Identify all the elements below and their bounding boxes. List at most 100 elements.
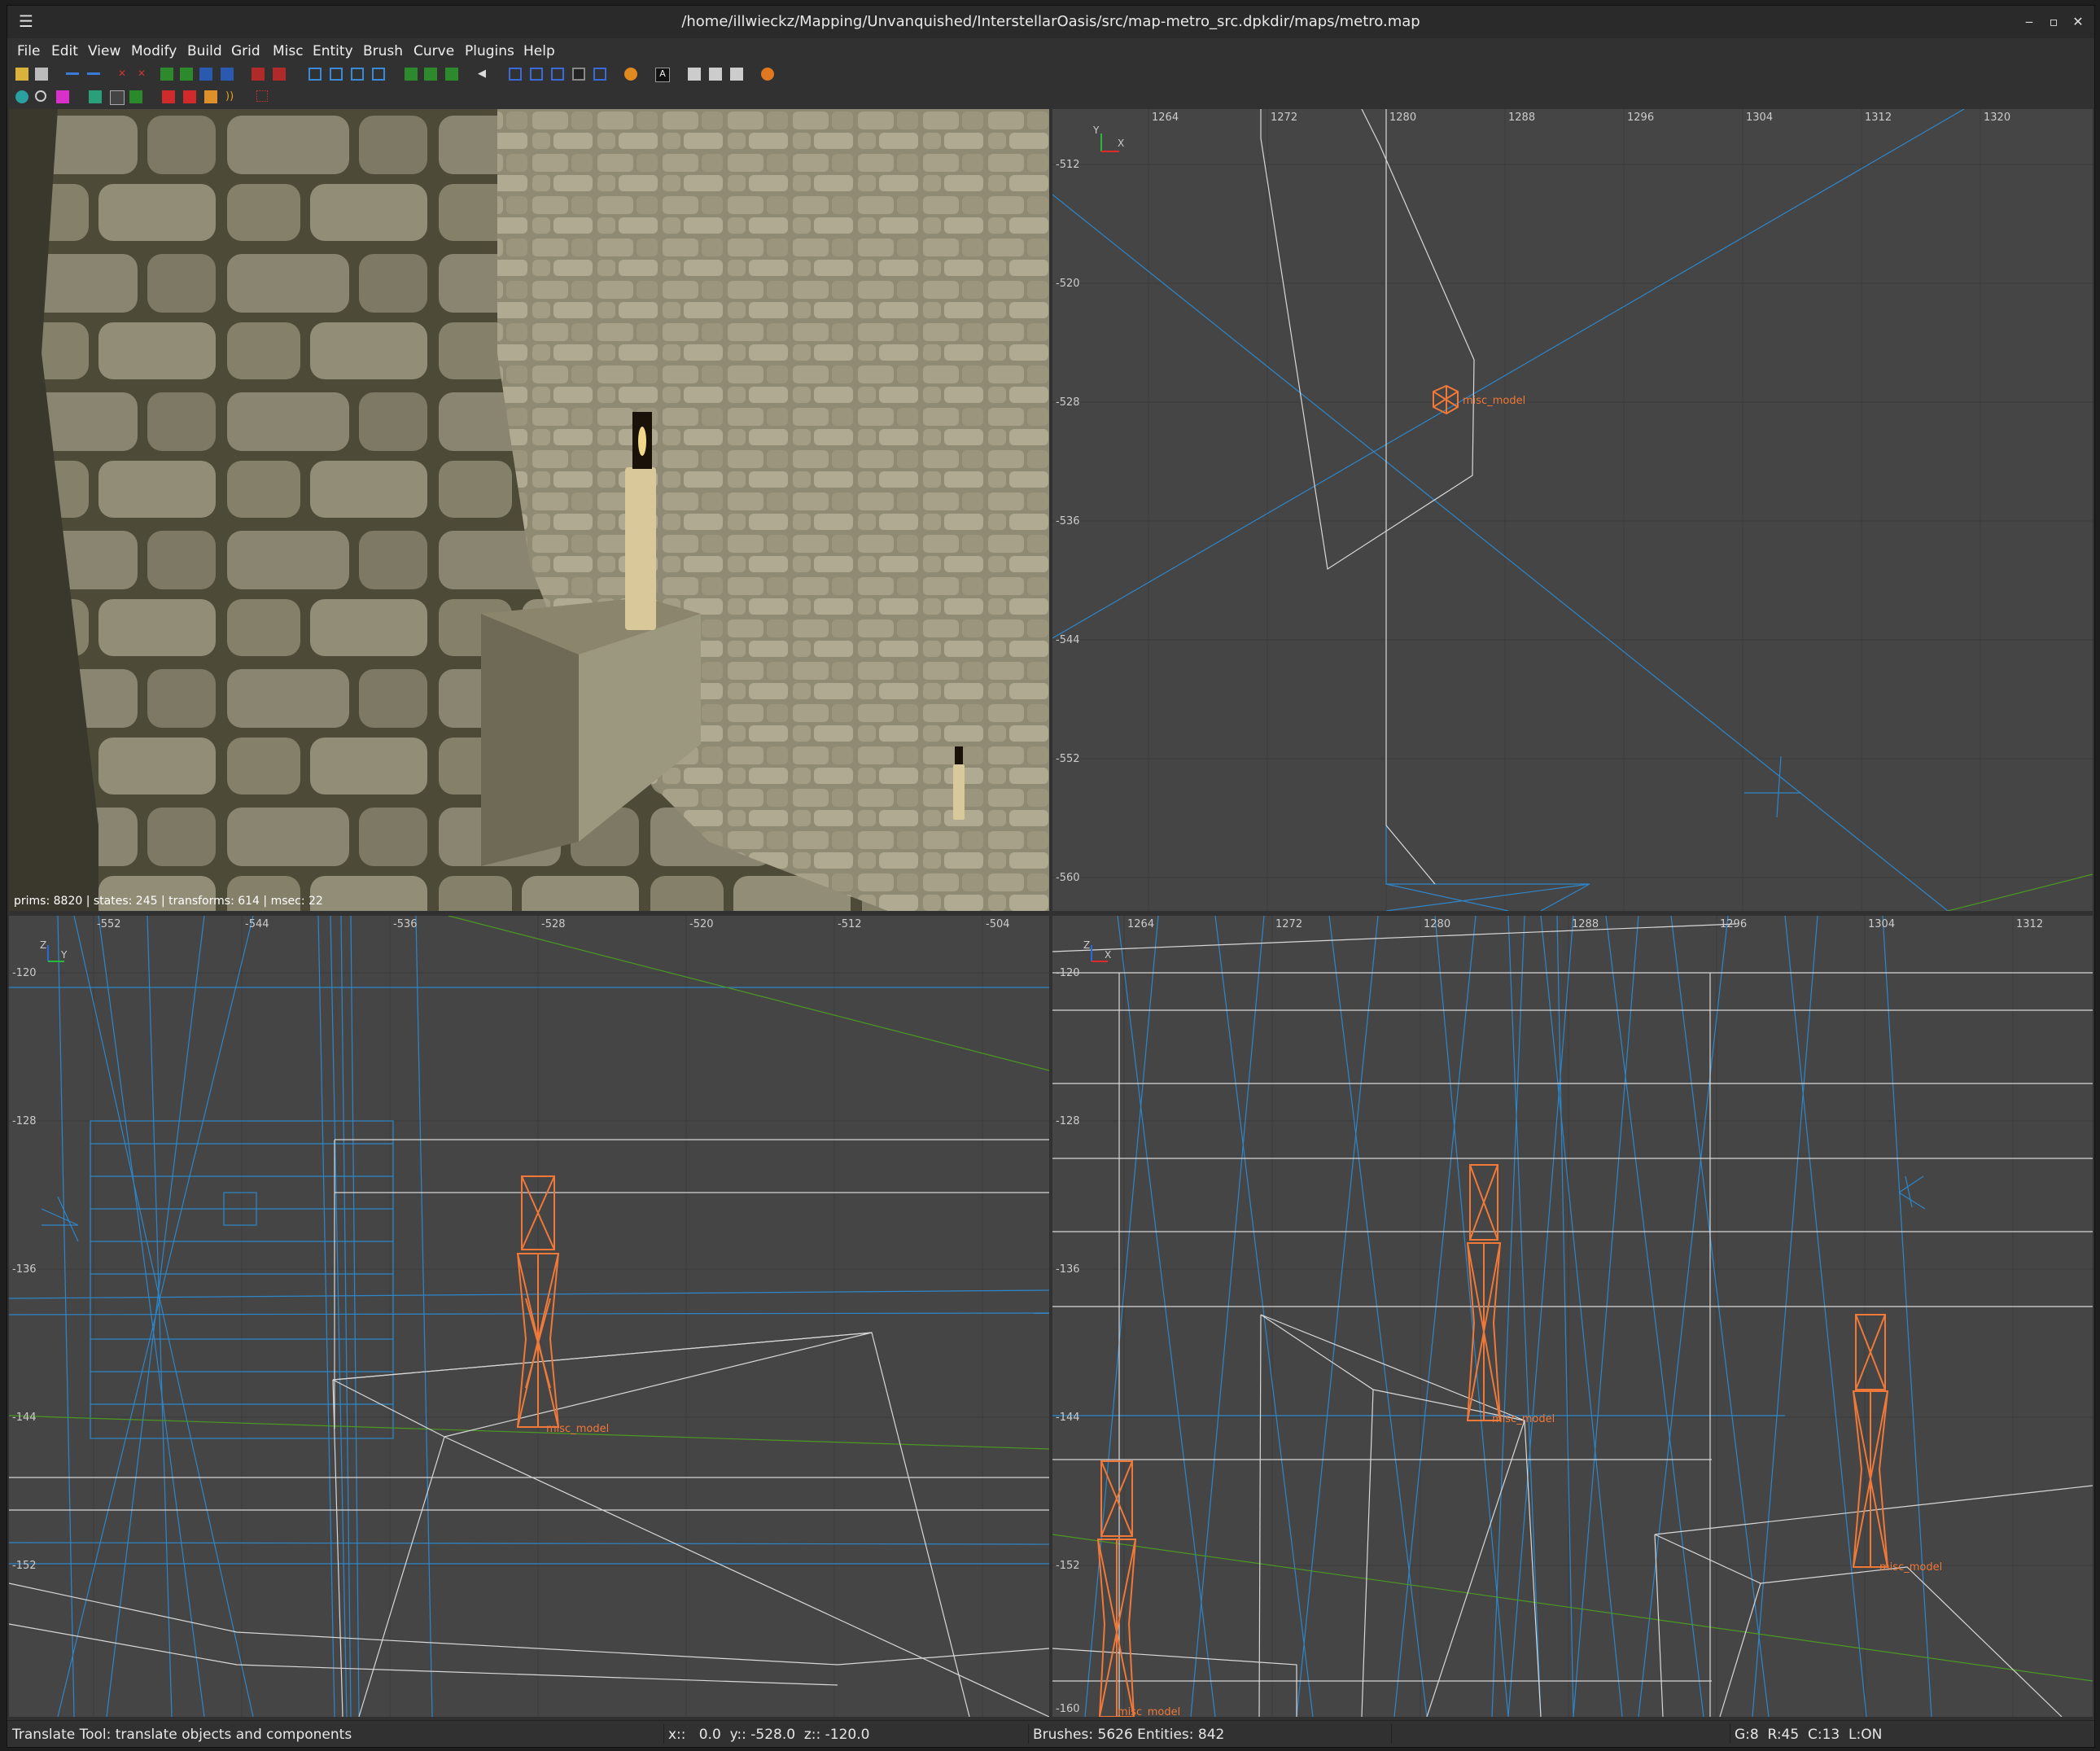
x-tick: 1312 — [1865, 112, 1892, 124]
scale-icon[interactable] — [551, 68, 564, 81]
menu-plugins[interactable]: Plugins — [465, 43, 514, 59]
menu-edit[interactable]: Edit — [51, 43, 78, 59]
menu-file[interactable]: File — [17, 43, 40, 59]
select-touching-icon[interactable] — [221, 68, 234, 81]
plugin-merge-icon[interactable] — [183, 90, 196, 103]
entity-label: misc_model — [1463, 395, 1525, 407]
rotate-x-icon[interactable] — [160, 68, 173, 81]
menu-entity[interactable]: Entity — [313, 43, 353, 59]
plugin-region-icon[interactable] — [256, 90, 268, 102]
patch-inspector-icon[interactable] — [688, 68, 701, 81]
close-icon[interactable]: ✕ — [2067, 12, 2089, 32]
csg-merge-icon[interactable] — [424, 68, 437, 81]
y-tick: -520 — [1056, 278, 1080, 290]
xy-grid-view: misc_model Y X 1264 1272 1280 1288 1296 … — [1052, 109, 2093, 911]
y-tick: -560 — [1056, 872, 1080, 884]
minimize-icon[interactable]: ‒ — [2018, 12, 2041, 32]
yz-grid-view: misc_model Z Y -552 -544 -536 -528 -520 … — [9, 916, 1049, 1717]
rotate-z-icon[interactable] — [199, 68, 212, 81]
refresh-models-icon[interactable] — [761, 68, 774, 81]
x-tick: 1296 — [1720, 918, 1747, 930]
menu-grid[interactable]: Grid — [231, 43, 260, 59]
x-tick: 1288 — [1508, 112, 1535, 124]
yz-ortho-viewport[interactable]: misc_model Z Y -552 -544 -536 -528 -520 … — [9, 916, 1049, 1717]
entity-label: misc_model — [1879, 1561, 1942, 1574]
xz-ortho-viewport[interactable]: misc_model misc_model misc_model Z X 126… — [1052, 916, 2093, 1717]
status-bar: Translate Tool: translate objects and co… — [7, 1720, 2094, 1747]
clipper-icon[interactable]: ◀ — [478, 68, 491, 81]
menu-brush[interactable]: Brush — [363, 43, 403, 59]
view-yz-icon[interactable] — [330, 68, 343, 81]
rotate-y-icon[interactable] — [180, 68, 193, 81]
plugin-prtview-icon[interactable] — [89, 90, 102, 103]
title-bar: ☰ /home/illwieckz/Mapping/Unvanquished/I… — [7, 6, 2094, 39]
menu-bar: File Edit View Modify Build Grid Misc En… — [7, 38, 2094, 63]
surface-inspector-icon[interactable] — [709, 68, 722, 81]
view-xy-icon[interactable] — [308, 68, 322, 81]
translate-icon[interactable] — [509, 68, 522, 81]
x-tick: 1304 — [1746, 112, 1773, 124]
y-tick: -512 — [1056, 159, 1080, 171]
x-tick: 1272 — [1275, 918, 1302, 930]
x-tick: 1296 — [1627, 112, 1654, 124]
plugin-polygon-icon[interactable] — [35, 90, 46, 102]
y-tick: -552 — [1056, 753, 1080, 765]
csg-hollow-icon[interactable] — [445, 68, 458, 81]
select-inside-icon[interactable] — [252, 68, 265, 81]
xy-ortho-viewport[interactable]: misc_model Y X 1264 1272 1280 1288 1296 … — [1052, 109, 2093, 911]
plugin-curve-icon[interactable]: )) — [225, 90, 238, 103]
y-tick: -544 — [1056, 634, 1080, 646]
y-tick: -152 — [1056, 1560, 1080, 1572]
maximize-icon[interactable]: ▫ — [2042, 12, 2065, 32]
radiant-window: ☰ /home/illwieckz/Mapping/Unvanquished/I… — [7, 5, 2095, 1748]
y-tick: -136 — [12, 1263, 37, 1276]
plugin-texture-icon[interactable] — [56, 90, 69, 103]
save-icon[interactable] — [35, 68, 48, 81]
y-tick: -128 — [12, 1115, 37, 1127]
select-complete-icon[interactable] — [273, 68, 286, 81]
y-tick: -128 — [1056, 1115, 1080, 1127]
camera-viewport[interactable]: prims: 8820 | states: 245 | transforms: … — [9, 109, 1049, 911]
x-tick: -536 — [393, 918, 418, 930]
plugin-split-icon[interactable] — [162, 90, 175, 103]
view-xz-icon[interactable] — [351, 68, 364, 81]
view-layout-icon[interactable] — [372, 68, 385, 81]
plugin-tree-icon[interactable] — [129, 90, 142, 103]
y-tick: -120 — [12, 967, 37, 979]
x-tick: 1288 — [1572, 918, 1599, 930]
redo-icon[interactable] — [87, 72, 100, 81]
plugin-camera-icon[interactable] — [110, 90, 125, 105]
menu-curve[interactable]: Curve — [413, 43, 454, 59]
flip-y-icon[interactable]: ✕ — [138, 68, 151, 81]
flip-x-icon[interactable]: ✕ — [118, 68, 131, 81]
menu-build[interactable]: Build — [187, 43, 222, 59]
resize-icon[interactable] — [572, 68, 585, 81]
entity-label: misc_model — [1492, 1413, 1555, 1425]
axis-label-horizontal: X — [1105, 949, 1111, 961]
render-stats: prims: 8820 | states: 245 | transforms: … — [14, 895, 323, 908]
entity-inspector-icon[interactable] — [730, 68, 743, 81]
x-tick: -520 — [689, 918, 714, 930]
menu-misc[interactable]: Misc — [273, 43, 304, 59]
axis-label-vertical: Z — [40, 939, 46, 951]
menu-help[interactable]: Help — [523, 43, 555, 59]
y-tick: -528 — [1056, 396, 1080, 409]
texture-lock-icon[interactable] — [624, 68, 637, 81]
csg-subtract-icon[interactable] — [405, 68, 418, 81]
select-drag-icon[interactable] — [593, 68, 606, 81]
menu-modify[interactable]: Modify — [131, 43, 177, 59]
entity-label: misc_model — [1118, 1706, 1180, 1717]
undo-icon[interactable] — [66, 72, 79, 81]
x-tick: -544 — [245, 918, 269, 930]
plugin-stairs-icon[interactable] — [204, 90, 217, 103]
x-tick: -552 — [97, 918, 121, 930]
plugin-bobtoolz-icon[interactable] — [15, 90, 28, 103]
axis-label-horizontal: Y — [60, 949, 68, 961]
open-icon[interactable] — [15, 68, 28, 81]
y-tick: -144 — [1056, 1412, 1080, 1424]
menu-view[interactable]: View — [88, 43, 120, 59]
texture-browser-icon[interactable]: A — [655, 68, 670, 82]
rotate-icon[interactable] — [530, 68, 543, 81]
x-tick: 1280 — [1424, 918, 1450, 930]
x-tick: -512 — [838, 918, 862, 930]
